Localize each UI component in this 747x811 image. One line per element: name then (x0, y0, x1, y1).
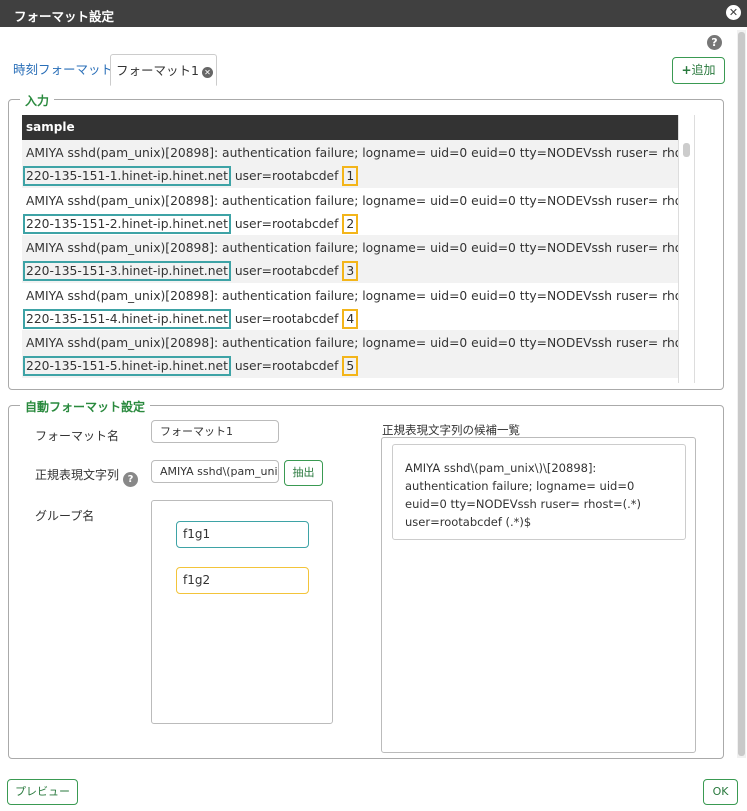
table-row[interactable]: AMIYA sshd(pam_unix)[20898]: authenticat… (22, 282, 694, 330)
sample-column-header: sample (22, 115, 678, 140)
regex-input[interactable]: AMIYA sshd\(pam_unix\)\[20898]: authenti… (151, 460, 279, 483)
table-row[interactable]: AMIYA sshd(pam_unix)[20898]: authenticat… (22, 187, 694, 235)
log-user: user=rootabcdef (234, 216, 339, 231)
candidates-title: 正規表現文字列の候補一覧 (382, 423, 520, 437)
row-line-2: 220-135-151-3.hinet-ip.hinet.net user=ro… (23, 261, 678, 281)
row-line-2: 220-135-151-1.hinet-ip.hinet.net user=ro… (23, 166, 678, 186)
number-match-highlight: 2 (342, 213, 359, 234)
table-row[interactable]: AMIYA sshd(pam_unix)[20898]: authenticat… (22, 140, 694, 188)
preview-button[interactable]: プレビュー (7, 779, 78, 805)
log-user: user=rootabcdef (234, 169, 339, 183)
plus-icon: + (681, 63, 692, 77)
log-user: user=rootabcdef (234, 311, 339, 326)
row-line-1: AMIYA sshd(pam_unix)[20898]: authenticat… (26, 287, 694, 306)
scrollbar-thumb[interactable] (738, 32, 745, 756)
number-match-highlight: 5 (342, 356, 359, 376)
row-line-1: AMIYA sshd(pam_unix)[20898]: authenticat… (26, 192, 694, 211)
number-match-highlight: 1 (342, 166, 359, 186)
host-match-highlight: 220-135-151-4.hinet-ip.hinet.net (23, 308, 231, 329)
add-button[interactable]: +追加 (672, 57, 725, 84)
add-button-label: 追加 (691, 63, 716, 77)
window-scrollbar[interactable] (737, 30, 746, 758)
tab-label: フォーマット1 (116, 63, 199, 78)
regex-label-text: 正規表現文字列 (35, 468, 120, 482)
close-icon[interactable]: ✕ (726, 5, 741, 20)
row-line-1: AMIYA sshd(pam_unix)[20898]: authenticat… (26, 239, 694, 258)
row-line-2: 220-135-151-5.hinet-ip.hinet.net user=ro… (23, 356, 678, 376)
tab-label: 時刻フォーマット (13, 62, 114, 77)
number-match-highlight: 3 (342, 261, 359, 281)
group-list: f1g1 f1g2 (151, 500, 333, 724)
number-match-highlight: 4 (342, 308, 359, 329)
regex-label: 正規表現文字列? (35, 466, 139, 487)
sample-rows: AMIYA sshd(pam_unix)[20898]: authenticat… (22, 140, 694, 378)
host-match-highlight: 220-135-151-2.hinet-ip.hinet.net (23, 213, 231, 234)
row-line-2: 220-135-151-4.hinet-ip.hinet.net user=ro… (23, 308, 678, 329)
table-scrollbar[interactable] (678, 115, 694, 383)
log-prefix: AMIYA sshd(pam_unix)[20898]: authenticat… (26, 146, 695, 160)
candidates-list: AMIYA sshd\(pam_unix\)\[20898]: authenti… (381, 437, 696, 753)
row-line-2: 220-135-151-2.hinet-ip.hinet.net user=ro… (23, 213, 678, 234)
help-icon[interactable]: ? (123, 472, 139, 487)
candidate-item[interactable]: AMIYA sshd\(pam_unix\)\[20898]: authenti… (392, 444, 686, 540)
auto-format-legend: 自動フォーマット設定 (20, 398, 151, 415)
group-name-label: グループ名 (35, 509, 95, 523)
input-section-legend: 入力 (20, 92, 55, 109)
group-name-input[interactable]: f1g2 (176, 567, 309, 594)
format-name-label: フォーマット名 (35, 429, 120, 443)
extract-button[interactable]: 抽出 (284, 460, 323, 486)
log-prefix: AMIYA sshd(pam_unix)[20898]: authenticat… (26, 288, 695, 303)
tab-format-1[interactable]: フォーマット1 ✕ (110, 54, 217, 86)
host-match-highlight: 220-135-151-5.hinet-ip.hinet.net (23, 356, 231, 376)
host-match-highlight: 220-135-151-1.hinet-ip.hinet.net (23, 166, 231, 186)
log-user: user=rootabcdef (234, 359, 339, 373)
log-prefix: AMIYA sshd(pam_unix)[20898]: authenticat… (26, 241, 695, 255)
row-line-1: AMIYA sshd(pam_unix)[20898]: authenticat… (26, 144, 694, 163)
tab-close-icon[interactable]: ✕ (201, 67, 213, 78)
log-prefix: AMIYA sshd(pam_unix)[20898]: authenticat… (26, 336, 695, 350)
sample-table: sample AMIYA sshd(pam_unix)[20898]: auth… (22, 115, 695, 383)
host-match-highlight: 220-135-151-3.hinet-ip.hinet.net (23, 261, 231, 281)
ok-button[interactable]: OK (703, 779, 738, 805)
table-row[interactable]: AMIYA sshd(pam_unix)[20898]: authenticat… (22, 330, 694, 378)
window-title: フォーマット設定 (14, 9, 115, 24)
help-icon[interactable]: ? (707, 35, 722, 50)
tab-time-format[interactable]: 時刻フォーマット (8, 54, 114, 86)
row-line-1: AMIYA sshd(pam_unix)[20898]: authenticat… (26, 334, 694, 353)
table-scrollbar-thumb[interactable] (683, 143, 690, 157)
window-titlebar: フォーマット設定 ✕ (0, 0, 747, 27)
log-prefix: AMIYA sshd(pam_unix)[20898]: authenticat… (26, 193, 695, 208)
table-row[interactable]: AMIYA sshd(pam_unix)[20898]: authenticat… (22, 235, 694, 283)
format-name-input[interactable]: フォーマット1 (151, 420, 279, 443)
group-name-input[interactable]: f1g1 (176, 521, 309, 548)
log-user: user=rootabcdef (234, 264, 339, 278)
